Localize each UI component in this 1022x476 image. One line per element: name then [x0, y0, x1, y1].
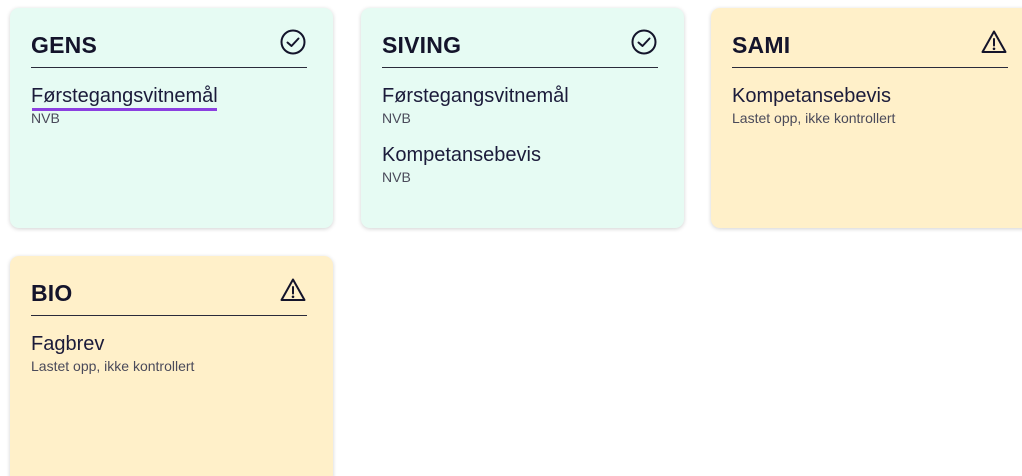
- card-header: BIO: [31, 256, 307, 316]
- document-list: Fagbrev Lastet opp, ikke kontrollert: [31, 316, 333, 375]
- card-title: BIO: [31, 280, 73, 306]
- card-title: SAMI: [732, 32, 791, 58]
- document-title-link[interactable]: Kompetansebevis: [382, 143, 541, 167]
- program-card-gens: GENS Førstegangsvitnemål NVB: [10, 8, 333, 228]
- document-status: NVB: [31, 110, 60, 126]
- document-item[interactable]: Kompetansebevis NVB: [382, 143, 684, 186]
- document-title-link[interactable]: Førstegangsvitnemål: [382, 84, 569, 108]
- document-item[interactable]: Førstegangsvitnemål NVB: [31, 84, 333, 127]
- document-status: Lastet opp, ikke kontrollert: [31, 358, 195, 374]
- card-title: GENS: [31, 32, 97, 58]
- card-title: SIVING: [382, 32, 462, 58]
- program-card-bio: BIO Fagbrev Lastet opp, ikke kontrollert: [10, 256, 333, 476]
- warning-triangle-icon: [981, 30, 1007, 53]
- card-header: GENS: [31, 8, 307, 68]
- document-list: Førstegangsvitnemål NVB: [31, 68, 333, 127]
- program-card-siving: SIVING Førstegangsvitnemål NVB Kompetans…: [361, 8, 684, 228]
- document-item[interactable]: Førstegangsvitnemål NVB: [382, 84, 684, 127]
- card-header: SIVING: [382, 8, 658, 68]
- document-list: Førstegangsvitnemål NVB Kompetansebevis …: [382, 68, 684, 186]
- document-item[interactable]: Kompetansebevis Lastet opp, ikke kontrol…: [732, 84, 1022, 127]
- document-cards-grid: GENS Førstegangsvitnemål NVB SIVING Førs…: [0, 0, 1022, 476]
- card-header: SAMI: [732, 8, 1008, 68]
- document-title-link[interactable]: Kompetansebevis: [732, 84, 891, 108]
- document-status: NVB: [382, 169, 411, 185]
- document-status: NVB: [382, 110, 411, 126]
- document-item[interactable]: Fagbrev Lastet opp, ikke kontrollert: [31, 332, 333, 375]
- document-status: Lastet opp, ikke kontrollert: [732, 110, 896, 126]
- warning-triangle-icon: [280, 278, 306, 301]
- program-card-sami: SAMI Kompetansebevis Lastet opp, ikke ko…: [711, 8, 1022, 228]
- check-circle-icon: [631, 29, 657, 55]
- document-list: Kompetansebevis Lastet opp, ikke kontrol…: [732, 68, 1022, 127]
- document-title-link[interactable]: Fagbrev: [31, 332, 104, 356]
- document-title-link[interactable]: Førstegangsvitnemål: [31, 84, 218, 108]
- check-circle-icon: [280, 29, 306, 55]
